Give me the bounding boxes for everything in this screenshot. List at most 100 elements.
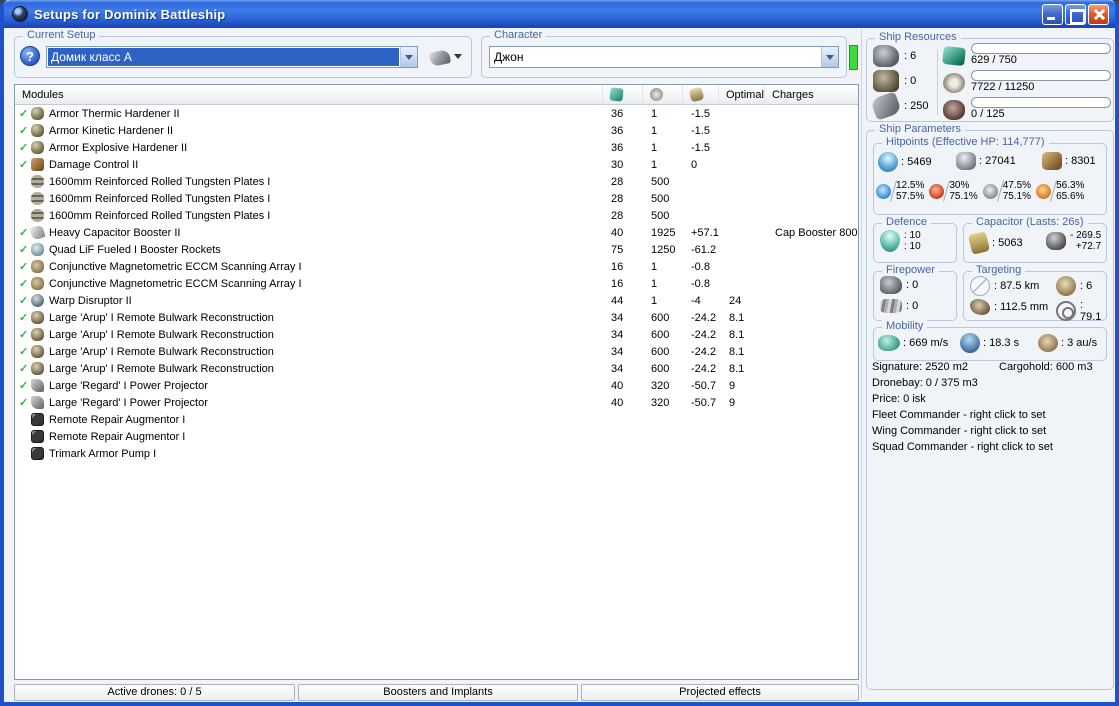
module-capacitor-value: 0 bbox=[691, 158, 698, 171]
titlebar: Setups for Dominix Battleship bbox=[4, 0, 1115, 28]
column-header-powergrid[interactable] bbox=[643, 85, 683, 105]
module-row[interactable]: ✓ Large 'Arup' I Remote Bulwark Reconstru… bbox=[15, 343, 858, 360]
column-header-cpu[interactable] bbox=[603, 85, 643, 105]
module-row[interactable]: ✓ Damage Control II 30 1 0 bbox=[15, 156, 858, 173]
module-powergrid-value: 1925 bbox=[651, 226, 676, 239]
minimize-button[interactable] bbox=[1042, 3, 1063, 25]
maximize-button[interactable] bbox=[1065, 3, 1086, 25]
setup-combobox[interactable]: Домик класс А bbox=[46, 46, 418, 68]
column-header-capacitor[interactable] bbox=[683, 85, 719, 105]
active-drones-button[interactable]: Active drones: 0 / 5 bbox=[14, 684, 295, 701]
module-cpu-value: 36 bbox=[611, 141, 624, 154]
remote-armor-repairer-icon bbox=[31, 345, 44, 358]
dronebay-value: Dronebay: 0 / 375 m3 bbox=[872, 377, 978, 389]
module-name: 1600mm Reinforced Rolled Tungsten Plates… bbox=[49, 175, 271, 188]
module-row[interactable]: Remote Repair Augmentor I bbox=[15, 428, 858, 445]
module-row[interactable]: ✓ Large 'Arup' I Remote Bulwark Reconstru… bbox=[15, 326, 858, 343]
module-row[interactable]: ✓ Armor Thermic Hardener II 36 1 -1.5 bbox=[15, 105, 858, 122]
module-row[interactable]: ✓ Armor Kinetic Hardener II 36 1 -1.5 bbox=[15, 122, 858, 139]
targeting-range-value: : 87.5 km bbox=[994, 280, 1040, 292]
module-capacitor-value: +57.1 bbox=[691, 226, 719, 239]
character-combobox[interactable]: Джон bbox=[489, 46, 839, 68]
module-row[interactable]: 1600mm Reinforced Rolled Tungsten Plates… bbox=[15, 207, 858, 224]
module-icon-cell bbox=[31, 243, 49, 256]
module-name: Warp Disruptor II bbox=[49, 294, 132, 307]
firepower-label: Firepower bbox=[882, 264, 939, 276]
capacitor-flux-icon bbox=[1046, 232, 1066, 250]
module-row[interactable]: Remote Repair Augmentor I bbox=[15, 411, 858, 428]
panel-splitter bbox=[861, 30, 862, 698]
module-row[interactable]: ✓ Quad LiF Fueled I Booster Rockets 75 1250… bbox=[15, 241, 858, 258]
module-row[interactable]: ✓ Large 'Arup' I Remote Bulwark Reconstru… bbox=[15, 309, 858, 326]
shield-hp-value: : 5469 bbox=[901, 156, 932, 168]
column-header-modules[interactable]: Modules bbox=[15, 85, 603, 105]
max-targets-icon bbox=[1056, 276, 1076, 296]
help-button[interactable]: ? bbox=[20, 46, 40, 66]
module-powergrid-value: 500 bbox=[651, 209, 670, 222]
cargohold-value: Cargohold: 600 m3 bbox=[999, 361, 1093, 373]
module-name: Large 'Arup' I Remote Bulwark Reconstruc… bbox=[49, 362, 274, 375]
launcher-hardpoints-icon bbox=[873, 70, 899, 92]
module-powergrid-value: 1250 bbox=[651, 243, 676, 256]
drone-bandwidth-bar bbox=[971, 97, 1111, 108]
defence-group: Defence : 10 : 10 bbox=[873, 216, 957, 263]
kinetic-resist-shield: 47.5% bbox=[1002, 180, 1032, 191]
module-icon-cell bbox=[29, 224, 49, 241]
setup-tools-button[interactable] bbox=[428, 49, 464, 67]
module-row[interactable]: ✓ Large 'Regard' I Power Projector 40 320 -5… bbox=[15, 377, 858, 394]
module-row[interactable]: ✓ Large 'Regard' I Power Projector 40 320 -5… bbox=[15, 394, 858, 411]
module-optimal-value: 8.1 bbox=[729, 345, 745, 358]
module-cpu-value: 40 bbox=[611, 226, 624, 239]
module-name: Armor Thermic Hardener II bbox=[49, 107, 180, 120]
setup-dropdown-button[interactable] bbox=[400, 47, 417, 67]
boosters-implants-button[interactable]: Boosters and Implants bbox=[298, 684, 578, 701]
module-row[interactable]: 1600mm Reinforced Rolled Tungsten Plates… bbox=[15, 173, 858, 190]
module-powergrid-value: 1 bbox=[651, 158, 658, 171]
power-projector-icon bbox=[31, 396, 44, 409]
squad-commander-slot[interactable]: Squad Commander - right click to set bbox=[872, 441, 1053, 453]
missile-dps-icon bbox=[880, 299, 902, 313]
armor-plate-icon bbox=[31, 209, 44, 222]
fitted-check-icon: ✓ bbox=[19, 159, 29, 171]
module-name: Large 'Arup' I Remote Bulwark Reconstruc… bbox=[49, 328, 274, 341]
module-row[interactable]: 1600mm Reinforced Rolled Tungsten Plates… bbox=[15, 190, 858, 207]
module-capacitor-value: -50.7 bbox=[691, 396, 717, 409]
remote-armor-repairer-icon bbox=[31, 362, 44, 375]
module-icon-cell bbox=[31, 158, 49, 171]
module-row[interactable]: ✓ Large 'Arup' I Remote Bulwark Reconstru… bbox=[15, 360, 858, 377]
shield-hp-icon bbox=[878, 152, 898, 172]
module-row[interactable]: ✓ Armor Explosive Hardener II 36 1 -1.5 bbox=[15, 139, 858, 156]
signature-value: Signature: 2520 m2 bbox=[872, 361, 969, 373]
module-row[interactable]: ✓ Heavy Capacitor Booster II 40 1925 +57.1 Ca… bbox=[15, 224, 858, 241]
kinetic-resist-armor: 75.1% bbox=[1002, 191, 1032, 202]
rig-icon bbox=[31, 413, 44, 426]
module-row[interactable]: ✓ Conjunctive Magnetometric ECCM Scanning… bbox=[15, 258, 858, 275]
module-capacitor-value: -24.2 bbox=[691, 311, 717, 324]
module-row[interactable]: ✓ Warp Disruptor II 44 1 -4 24 bbox=[15, 292, 858, 309]
module-icon-cell bbox=[31, 175, 49, 188]
module-cpu-value: 75 bbox=[611, 243, 624, 256]
targeting-label: Targeting bbox=[972, 264, 1026, 276]
module-capacitor-value: -1.5 bbox=[691, 107, 710, 120]
module-icon-cell bbox=[31, 413, 49, 426]
align-time-icon bbox=[960, 333, 980, 353]
module-cpu-value: 28 bbox=[611, 209, 624, 222]
wing-commander-slot[interactable]: Wing Commander - right click to set bbox=[872, 425, 1046, 437]
module-charge-value: Cap Booster 800 bbox=[775, 226, 858, 239]
capacitor-amount: : 5063 bbox=[992, 237, 1023, 249]
projected-effects-button[interactable]: Projected effects bbox=[581, 684, 859, 701]
fleet-commander-slot[interactable]: Fleet Commander - right click to set bbox=[872, 409, 1046, 421]
character-dropdown-button[interactable] bbox=[821, 47, 838, 67]
module-row[interactable]: Trimark Armor Pump I bbox=[15, 445, 858, 462]
module-row[interactable]: ✓ Conjunctive Magnetometric ECCM Scanning… bbox=[15, 275, 858, 292]
module-name: Damage Control II bbox=[49, 158, 139, 171]
fitted-check-icon: ✓ bbox=[19, 125, 29, 137]
capacitor-column-icon bbox=[688, 86, 705, 103]
thermal-resist-icon bbox=[929, 183, 945, 199]
module-powergrid-value: 1 bbox=[651, 107, 658, 120]
drone-bandwidth-icon bbox=[943, 100, 965, 120]
column-header-optimal[interactable]: Optimal bbox=[719, 85, 765, 105]
close-button[interactable] bbox=[1088, 3, 1109, 25]
column-header-charges[interactable]: Charges bbox=[765, 85, 858, 105]
modules-list: ✓ Armor Thermic Hardener II 36 1 -1.5 ✓ Armor … bbox=[15, 105, 858, 462]
